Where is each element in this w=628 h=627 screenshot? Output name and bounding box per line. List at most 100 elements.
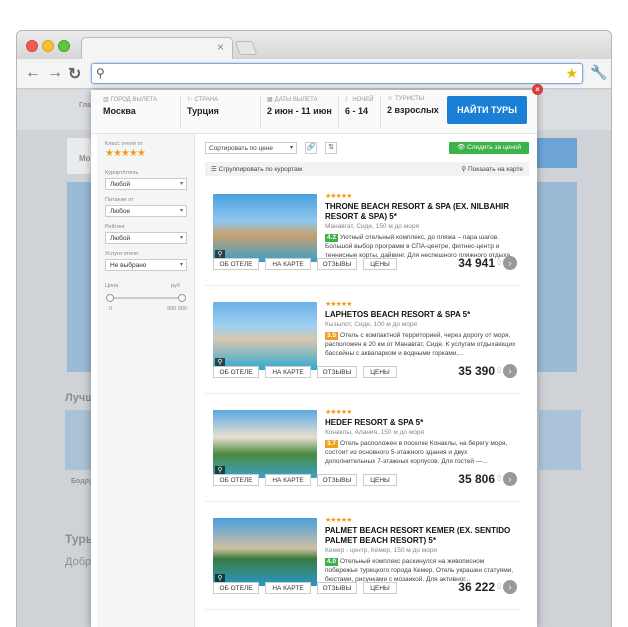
hotel-map-button[interactable]: НА КАРТЕ	[265, 474, 311, 486]
hotel-price: 35 390	[458, 364, 495, 378]
find-tours-button[interactable]: НАЙТИ ТУРЫ	[447, 96, 527, 124]
go-arrow-icon[interactable]: ›	[503, 472, 517, 486]
hotel-prices-button[interactable]: ЦЕНЫ	[363, 366, 397, 378]
group-label: Сгруппировать по курортам	[218, 166, 303, 173]
meal-select[interactable]: Любое ▾	[105, 205, 187, 217]
hotel-rating-badge: 3.7	[325, 440, 339, 448]
slider-min-handle[interactable]	[106, 294, 114, 302]
bg-bodr-text: Бодру	[71, 478, 93, 485]
hotel-photo[interactable]: ⚲	[213, 518, 317, 586]
services-value: Не выбрано	[110, 262, 147, 269]
hotel-prices-button[interactable]: ЦЕНЫ	[363, 258, 397, 270]
chevron-down-icon: ▾	[179, 235, 183, 241]
follow-price-button[interactable]: 👁 Следить за ценой	[449, 142, 529, 154]
tab-close-icon[interactable]: ×	[217, 40, 224, 54]
calendar-icon: ▦	[267, 97, 273, 103]
hotel-rating-badge: 3.5	[325, 332, 339, 340]
close-window-button[interactable]	[26, 40, 38, 52]
chevron-down-icon: ▾	[289, 145, 293, 151]
hotel-name[interactable]: PALMET BEACH RESORT KEMER (EX. SENTIDO P…	[325, 526, 521, 546]
address-bar[interactable]: ⚲ ★	[91, 63, 583, 84]
go-arrow-icon[interactable]: ›	[503, 256, 517, 270]
currency-select[interactable]: руб	[171, 283, 180, 289]
go-arrow-icon[interactable]: ›	[503, 364, 517, 378]
back-arrow-icon[interactable]: ←	[25, 64, 41, 82]
chevron-down-icon: ▾	[179, 208, 183, 214]
field-label: Туристы	[395, 96, 425, 102]
title-bar: ×	[17, 31, 611, 59]
hotel-location: Конаклы, Алания, 150 м до моря	[325, 429, 424, 436]
close-panel-icon[interactable]: ×	[532, 84, 543, 95]
hotel-reviews-button[interactable]: ОТЗЫВЫ	[317, 366, 357, 378]
hotel-prices-button[interactable]: ЦЕНЫ	[363, 474, 397, 486]
hotel-description-text: Отель расположен в поселке Конаклы, на б…	[325, 440, 508, 465]
url-input[interactable]	[110, 65, 550, 82]
forward-arrow-icon[interactable]: →	[47, 64, 63, 82]
hotel-prices-button[interactable]: ЦЕНЫ	[363, 582, 397, 594]
resort-value: Любой	[110, 181, 131, 188]
hotel-map-button[interactable]: НА КАРТЕ	[265, 258, 311, 270]
map-pin-icon: ⚲	[461, 166, 468, 173]
hotel-stars: ★★★★★	[325, 517, 352, 524]
follow-price-label: Следить за ценой	[467, 144, 522, 151]
search-icon: ⚲	[96, 66, 105, 80]
go-arrow-icon[interactable]: ›	[503, 580, 517, 594]
hotel-card[interactable]: ⚲ ★★★★★ HEDEF RESORT & SPA 5* Конаклы, А…	[205, 402, 521, 502]
tour-search-bar: ▥ Город вылета Москва ⚐ Страна Турция ▦ Дат…	[91, 90, 537, 134]
field-label: Город вылета	[110, 96, 158, 103]
bookmark-star-icon[interactable]: ★	[565, 65, 578, 82]
hotel-price: 36 222	[458, 580, 495, 594]
new-tab-button[interactable]	[234, 41, 258, 55]
services-select[interactable]: Не выбрано ▾	[105, 259, 187, 271]
browser-tab[interactable]: ×	[81, 37, 233, 59]
hotel-name[interactable]: THRONE BEACH RESORT & SPA (EX. NILBAHIR …	[325, 202, 521, 222]
price-slider[interactable]	[106, 294, 186, 302]
hotel-card[interactable]: ⚲ ★★★★★ PALMET BEACH RESORT KEMER (EX. S…	[205, 510, 521, 610]
sort-value: Сортировать по цене	[209, 145, 274, 152]
hotel-map-button[interactable]: НА КАРТЕ	[265, 366, 311, 378]
hotel-photo[interactable]: ⚲	[213, 194, 317, 262]
hotel-description: 3.7 Отель расположен в поселке Конаклы, н…	[325, 439, 517, 466]
hotel-reviews-button[interactable]: ОТЗЫВЫ	[317, 582, 357, 594]
hotel-photo[interactable]: ⚲	[213, 410, 317, 478]
wrench-icon[interactable]: 🔧	[590, 64, 607, 81]
departure-city-field[interactable]: ▥ Город вылета Москва	[99, 96, 181, 128]
search-results-panel: ▥ Город вылета Москва ⚐ Страна Турция ▦ Дат…	[91, 90, 537, 627]
rating-select[interactable]: Любой ▾	[105, 232, 187, 244]
sort-order-icon[interactable]: ⇅	[325, 142, 337, 154]
eye-icon: 👁	[456, 144, 467, 151]
chevron-down-icon: ▾	[179, 262, 183, 268]
browser-window: × ← → ↻ ⚲ ★ 🔧 Глав Мо Лучш Бодру Туры До…	[16, 30, 612, 627]
hotel-map-button[interactable]: НА КАРТЕ	[265, 582, 311, 594]
group-by-resorts-toggle[interactable]: ☰ Сгруппировать по курортам	[211, 165, 302, 173]
hotel-reviews-button[interactable]: ОТЗЫВЫ	[317, 258, 357, 270]
hotel-about-button[interactable]: ОБ ОТЕЛЕ	[213, 366, 259, 378]
hotel-about-button[interactable]: ОБ ОТЕЛЕ	[213, 258, 259, 270]
link-icon[interactable]: 🔗	[305, 142, 317, 154]
hotel-card[interactable]: ⚲ ★★★★★ THRONE BEACH RESORT & SPA (EX. N…	[205, 186, 521, 286]
group-bar: ☰ Сгруппировать по курортам ⚲ Показать н…	[205, 162, 529, 176]
nights-field[interactable]: ☾ Ночей 6 - 14	[341, 96, 381, 128]
resort-select[interactable]: Любой ▾	[105, 178, 187, 190]
dates-field[interactable]: ▦ Даты вылета 2 июн - 11 июн	[263, 96, 339, 128]
minimize-window-button[interactable]	[42, 40, 54, 52]
reload-icon[interactable]: ↻	[68, 64, 81, 84]
bag-icon: ▯	[497, 259, 501, 266]
rating-label: Рейтинг	[105, 224, 126, 230]
hotel-about-button[interactable]: ОБ ОТЕЛЕ	[213, 582, 259, 594]
hotel-card[interactable]: ⚲ ★★★★★ LAPHETOS BEACH RESORT & SPA 5* К…	[205, 294, 521, 394]
slider-max-handle[interactable]	[178, 294, 186, 302]
country-field[interactable]: ⚐ Страна Турция	[183, 96, 261, 128]
hotel-name[interactable]: LAPHETOS BEACH RESORT & SPA 5*	[325, 310, 521, 320]
show-on-map-link[interactable]: ⚲ Показать на карте	[461, 165, 523, 173]
hotel-stars: ★★★★★	[325, 301, 352, 308]
hotel-description: 3.5 Отель с компактной территорией, через…	[325, 331, 517, 358]
hotel-about-button[interactable]: ОБ ОТЕЛЕ	[213, 474, 259, 486]
hotel-reviews-button[interactable]: ОТЗЫВЫ	[317, 474, 357, 486]
hotel-class-stars[interactable]: ★★★★★	[105, 148, 146, 159]
sort-select[interactable]: Сортировать по цене ▾	[205, 142, 297, 154]
maximize-window-button[interactable]	[58, 40, 70, 52]
hotel-name[interactable]: HEDEF RESORT & SPA 5*	[325, 418, 521, 428]
hotel-photo[interactable]: ⚲	[213, 302, 317, 370]
tourists-field[interactable]: ☺ Туристы 2 взрослых	[383, 96, 445, 128]
